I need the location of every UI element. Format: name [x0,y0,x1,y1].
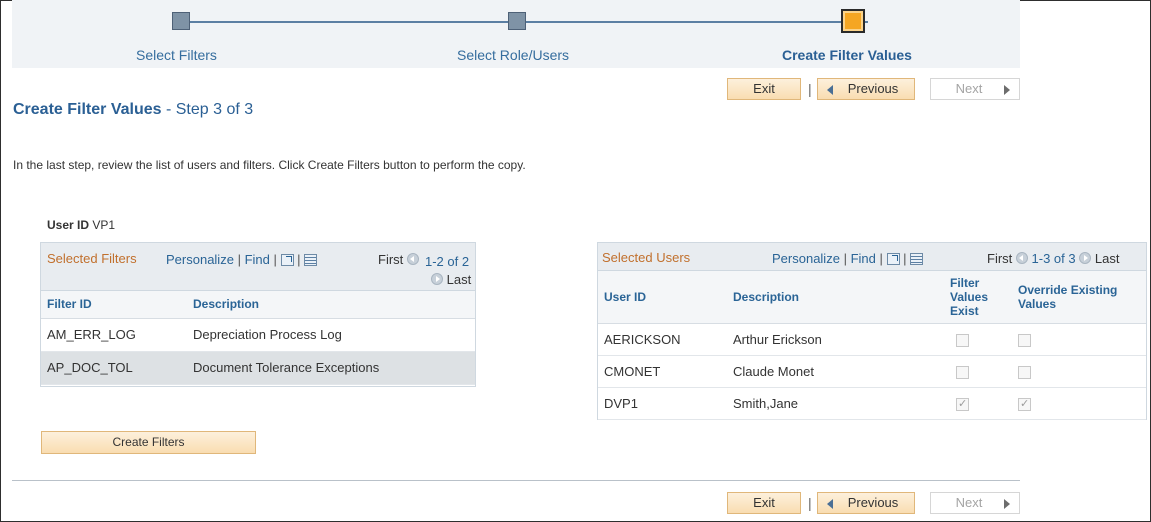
users-grid-header: Selected Users Personalize | Find | | Fi… [598,243,1146,271]
divider [12,480,1020,481]
step-1-marker[interactable] [172,12,190,30]
users-table: User ID Description Filter Values Exist … [598,271,1146,420]
override-existing-checkbox [1018,397,1031,411]
users-grid-links: Personalize | Find | | [772,251,924,266]
table-row: CMONET Claude Monet [598,355,1146,388]
exit-button[interactable]: Exit [727,78,801,100]
user-id-label: User ID [47,218,90,232]
previous-button[interactable]: Previous [817,78,915,100]
filters-last-link: Last [446,272,472,287]
column-header-description[interactable]: Description [727,271,944,324]
user-id-cell: DVP1 [598,387,727,420]
zoom-view-icon[interactable] [280,254,294,266]
create-filters-button[interactable]: Create Filters [41,431,256,454]
step-1-label[interactable]: Select Filters [136,47,217,63]
filters-grid-header: Selected Filters Personalize | Find | | … [41,243,475,291]
next-label: Next [955,81,983,96]
column-header-user-id[interactable]: User ID [598,271,727,324]
exit-button[interactable]: Exit [727,492,801,514]
next-arrow-icon [1004,85,1010,95]
user-description-cell: Arthur Erickson [727,323,944,356]
next-label: Next [955,495,983,510]
previous-label: Previous [847,495,899,510]
filters-personalize-link[interactable]: Personalize [166,252,234,267]
train-stop: Select Filters Select Role/Users Create … [12,0,1020,68]
table-row: AM_ERR_LOG Depreciation Process Log [41,318,475,352]
nav-separator: | [808,81,812,97]
filters-range-wrap: 1-2 of 2 [425,252,475,271]
step-3-marker [841,9,865,33]
next-row-icon [1079,252,1092,264]
filter-values-exist-checkbox [956,397,969,411]
step-2-marker[interactable] [508,12,526,30]
bottom-nav: Exit | Previous Next [727,492,1020,514]
table-row: AERICKSON Arthur Erickson [598,323,1146,356]
table-header-row: Filter ID Description [41,291,475,319]
override-existing-checkbox [1018,333,1031,347]
users-grid-pager: First 1-3 of 3 Last [987,251,1119,266]
filter-description-cell: Document Tolerance Exceptions [187,351,475,385]
table-row: AP_DOC_TOL Document Tolerance Exceptions [41,351,475,385]
filter-id-cell: AP_DOC_TOL [41,351,187,385]
step-2-label[interactable]: Select Role/Users [457,47,569,63]
users-range: 1-3 of 3 [1031,251,1076,266]
top-nav: Exit | Previous Next [727,78,1020,100]
users-last-link: Last [1094,251,1120,266]
page-step-text: - Step 3 of 3 [165,101,254,118]
column-header-filter-id[interactable]: Filter ID [41,291,187,319]
column-header-filter-values-exist[interactable]: Filter Values Exist [944,271,1012,324]
users-find-link[interactable]: Find [851,251,876,266]
previous-button[interactable]: Previous [817,492,915,514]
zoom-view-icon[interactable] [886,253,900,265]
table-header-row: User ID Description Filter Values Exist … [598,271,1146,324]
selected-users-grid: Selected Users Personalize | Find | | Fi… [597,242,1147,420]
previous-arrow-icon [827,85,833,95]
selected-filters-grid: Selected Filters Personalize | Find | | … [40,242,476,387]
filters-grid-title: Selected Filters [47,251,137,266]
prev-row-icon [406,253,419,265]
override-existing-checkbox [1018,365,1031,379]
page-title-text: Create Filter Values [13,101,162,118]
filters-first-link: First [378,252,404,267]
user-id-cell: CMONET [598,355,727,388]
filters-grid-links: Personalize | Find | | [166,252,318,267]
step-3-label: Create Filter Values [782,47,912,63]
user-id-value: VP1 [92,218,116,232]
filters-grid-pager: First [378,252,419,267]
column-header-override-existing[interactable]: Override Existing Values [1012,271,1146,324]
users-grid-title: Selected Users [602,250,691,265]
next-row-icon [431,273,443,285]
filters-table: Filter ID Description AM_ERR_LOG Depreci… [41,291,475,385]
filter-id-cell: AM_ERR_LOG [41,318,187,352]
filter-description-cell: Depreciation Process Log [187,318,475,352]
users-first-link: First [987,251,1013,266]
next-arrow-icon [1004,499,1010,509]
user-description-cell: Claude Monet [727,355,944,388]
next-button: Next [930,492,1020,514]
download-spreadsheet-icon[interactable] [910,253,924,265]
table-row: DVP1 Smith,Jane [598,387,1146,420]
filter-values-exist-checkbox [956,365,969,379]
filters-range: 1-2 of 2 [425,254,470,269]
download-spreadsheet-icon[interactable] [304,254,318,266]
previous-label: Previous [847,81,899,96]
previous-arrow-icon [827,499,833,509]
user-id-field: User ID VP1 [47,218,115,232]
column-header-description[interactable]: Description [187,291,475,319]
next-button: Next [930,78,1020,100]
users-personalize-link[interactable]: Personalize [772,251,840,266]
instructions-text: In the last step, review the list of use… [13,158,526,172]
user-id-cell: AERICKSON [598,323,727,356]
prev-row-icon [1015,252,1028,264]
user-description-cell: Smith,Jane [727,387,944,420]
nav-separator: | [808,495,812,511]
page-title: Create Filter Values - Step 3 of 3 [13,101,253,119]
filters-find-link[interactable]: Find [245,252,270,267]
filters-last-wrap: Last [431,272,471,287]
filter-values-exist-checkbox [956,333,969,347]
